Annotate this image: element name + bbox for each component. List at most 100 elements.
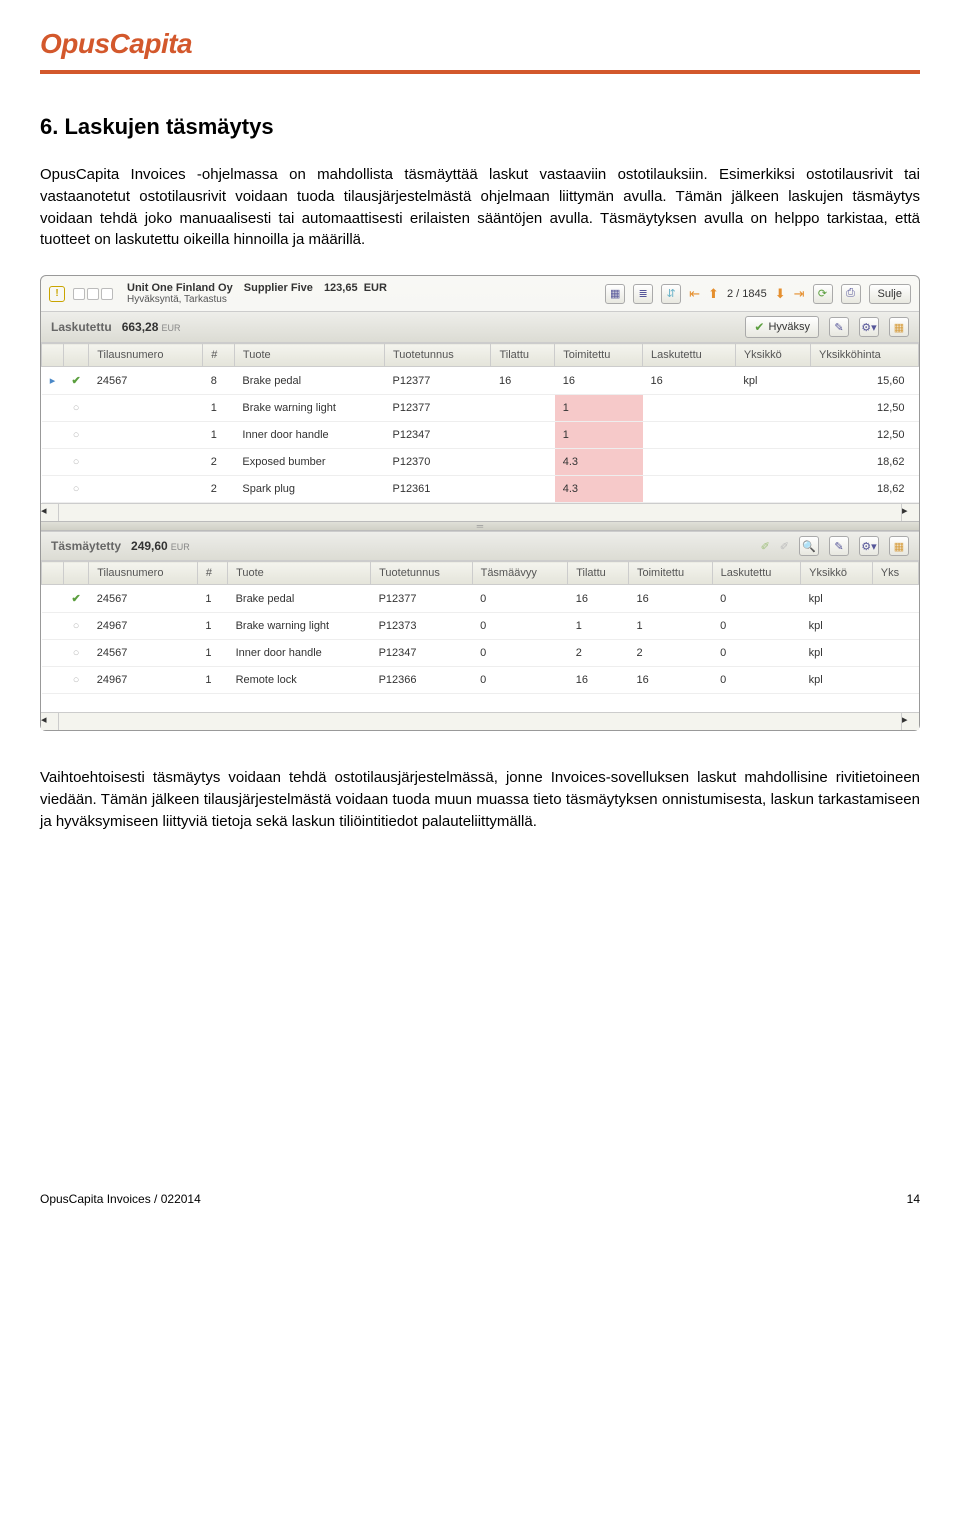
- cell: [872, 585, 918, 613]
- header-currency: EUR: [364, 282, 387, 294]
- section1-label: Laskutettu: [51, 320, 112, 334]
- table-row[interactable]: ○249671Remote lockP12366016160kpl: [42, 667, 919, 694]
- view-image-icon[interactable]: ▦: [605, 284, 625, 304]
- cell: ○: [64, 449, 89, 476]
- nav-prev-icon[interactable]: ⬆: [708, 286, 719, 302]
- cell: [643, 422, 736, 449]
- close-button[interactable]: Sulje: [869, 284, 911, 304]
- col-header[interactable]: [42, 344, 64, 367]
- col-header[interactable]: Tilausnumero: [89, 344, 203, 367]
- cell: [42, 395, 64, 422]
- grid-icon-2[interactable]: ▦: [889, 536, 909, 556]
- cell: 24967: [89, 613, 198, 640]
- col-header[interactable]: Tilattu: [491, 344, 555, 367]
- cell: [643, 476, 736, 503]
- tool-icon-1[interactable]: ✎: [829, 317, 849, 337]
- print-icon[interactable]: ⎙: [841, 284, 861, 304]
- search-icon[interactable]: 🔍: [799, 536, 819, 556]
- cell: ○: [64, 395, 89, 422]
- table-row[interactable]: ▸✔245678Brake pedalP12377161616kpl15,60: [42, 367, 919, 395]
- table-row[interactable]: ○249671Brake warning lightP123730110kpl: [42, 613, 919, 640]
- table-row[interactable]: ○245671Inner door handleP123470220kpl: [42, 640, 919, 667]
- col-header[interactable]: Täsmäävyy: [472, 562, 568, 585]
- cell: [735, 395, 810, 422]
- splitter-handle[interactable]: ═: [41, 521, 919, 531]
- cell: [42, 449, 64, 476]
- cell: [42, 640, 64, 667]
- grid-icon[interactable]: ▦: [889, 317, 909, 337]
- col-header[interactable]: Laskutettu: [643, 344, 736, 367]
- cell: ○: [64, 640, 89, 667]
- filter-icon[interactable]: ⇵: [661, 284, 681, 304]
- cell: 16: [568, 667, 629, 694]
- section2-amount: 249,60: [131, 539, 168, 553]
- cell: 1: [203, 422, 235, 449]
- cell: 0: [712, 640, 800, 667]
- view-list-icon[interactable]: ≣: [633, 284, 653, 304]
- refresh-icon[interactable]: ⟳: [813, 284, 833, 304]
- col-header[interactable]: Tilausnumero: [89, 562, 198, 585]
- col-header[interactable]: Yksikköhinta: [811, 344, 919, 367]
- footer-left: OpusCapita Invoices / 022014: [40, 1192, 201, 1206]
- nav-next-icon[interactable]: ⬇: [775, 286, 786, 302]
- col-header[interactable]: #: [197, 562, 227, 585]
- supplier-name: Supplier Five: [244, 282, 313, 294]
- invoice-title-block: Unit One Finland Oy Supplier Five 123,65…: [127, 282, 387, 305]
- company-name: Unit One Finland Oy: [127, 282, 233, 294]
- cell: [872, 613, 918, 640]
- approve-button[interactable]: ✔ Hyväksy: [745, 316, 819, 338]
- tab-squares[interactable]: [73, 288, 113, 300]
- settings-icon[interactable]: ⚙▾: [859, 317, 879, 337]
- settings-icon-2[interactable]: ⚙▾: [859, 536, 879, 556]
- cell: 24567: [89, 367, 203, 395]
- cell: [735, 476, 810, 503]
- col-header[interactable]: Laskutettu: [712, 562, 800, 585]
- table-row[interactable]: ○1Inner door handleP12347112,50: [42, 422, 919, 449]
- cell: Brake pedal: [234, 367, 384, 395]
- table-row[interactable]: ✔245671Brake pedalP12377016160kpl: [42, 585, 919, 613]
- tool-icon-2[interactable]: ✎: [829, 536, 849, 556]
- col-header[interactable]: [64, 562, 89, 585]
- col-header[interactable]: Yks: [872, 562, 918, 585]
- table-row[interactable]: ○2Spark plugP123614.318,62: [42, 476, 919, 503]
- table-row[interactable]: ○2Exposed bumberP123704.318,62: [42, 449, 919, 476]
- section1-amount: 663,28: [122, 320, 159, 334]
- col-header[interactable]: Yksikkö: [801, 562, 873, 585]
- section1-currency: EUR: [161, 323, 180, 333]
- col-header[interactable]: Toimitettu: [628, 562, 712, 585]
- cell: P12347: [384, 422, 491, 449]
- cell: P12361: [384, 476, 491, 503]
- col-header[interactable]: Tuote: [228, 562, 371, 585]
- cell: 24567: [89, 640, 198, 667]
- scrollbar-horizontal-1[interactable]: ◂▸: [41, 503, 919, 521]
- cell: 16: [555, 367, 643, 395]
- col-header[interactable]: Tuotetunnus: [371, 562, 473, 585]
- cell: [735, 422, 810, 449]
- cell: [42, 422, 64, 449]
- match-icon-2[interactable]: ✐: [780, 540, 789, 553]
- section-tasmaytetty-bar: Täsmäytetty 249,60 EUR ✐ ✐ 🔍 ✎ ⚙▾ ▦: [41, 531, 919, 561]
- cell: ▸: [42, 367, 64, 395]
- cell: 0: [712, 667, 800, 694]
- col-header[interactable]: #: [203, 344, 235, 367]
- col-header[interactable]: Yksikkö: [735, 344, 810, 367]
- nav-first-icon[interactable]: ⇤: [689, 286, 700, 302]
- cell: ○: [64, 667, 89, 694]
- match-icon-1[interactable]: ✐: [761, 540, 770, 553]
- scrollbar-horizontal-2[interactable]: ◂▸: [41, 712, 919, 730]
- nav-last-icon[interactable]: ⇥: [794, 286, 805, 302]
- col-header[interactable]: [42, 562, 64, 585]
- table-row[interactable]: ○1Brake warning lightP12377112,50: [42, 395, 919, 422]
- cell: P12377: [371, 585, 473, 613]
- col-header[interactable]: Tuote: [234, 344, 384, 367]
- col-header[interactable]: Tilattu: [568, 562, 629, 585]
- cell: Brake warning light: [234, 395, 384, 422]
- col-header[interactable]: Tuotetunnus: [384, 344, 491, 367]
- section-laskutettu-bar: Laskutettu 663,28 EUR ✔ Hyväksy ✎ ⚙▾ ▦: [41, 311, 919, 343]
- cell: [643, 449, 736, 476]
- cell: 16: [628, 585, 712, 613]
- cell: 16: [628, 667, 712, 694]
- col-header[interactable]: [64, 344, 89, 367]
- cell: P12366: [371, 667, 473, 694]
- col-header[interactable]: Toimitettu: [555, 344, 643, 367]
